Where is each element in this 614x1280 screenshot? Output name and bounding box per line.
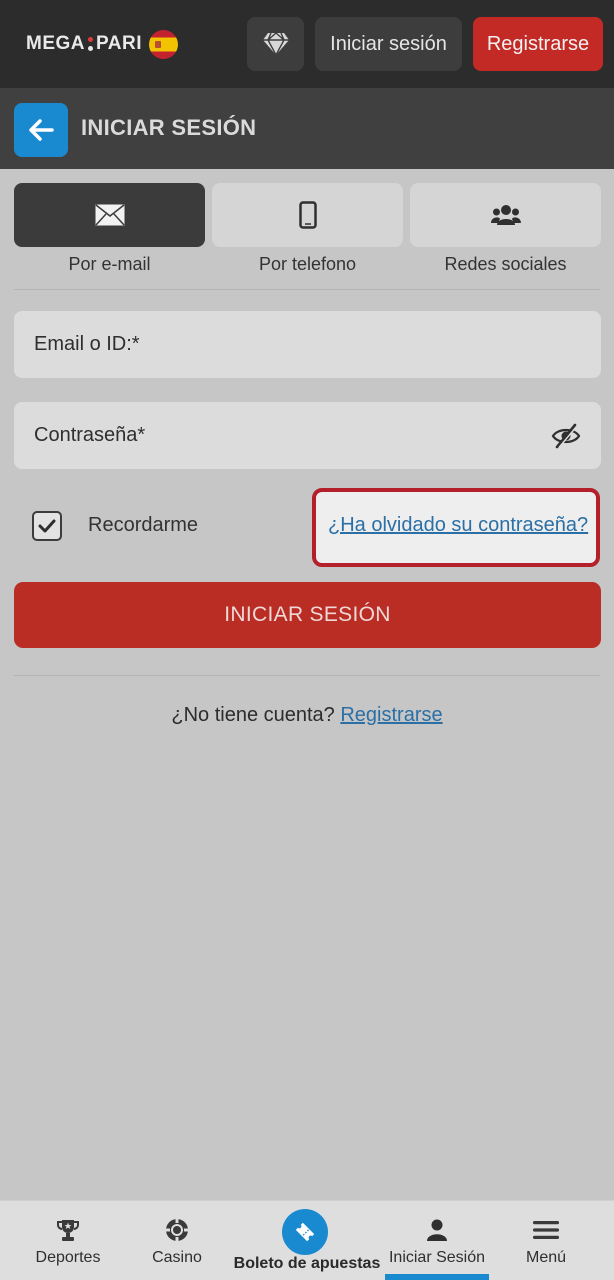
nav-login-label: Iniciar Sesión bbox=[388, 1249, 486, 1266]
signup-prompt: ¿No tiene cuenta? Registrarse bbox=[0, 704, 614, 727]
signup-prompt-text: ¿No tiene cuenta? bbox=[171, 704, 335, 726]
bottom-nav: Deportes Casino Boleto de apuestas Inici… bbox=[0, 1200, 614, 1280]
page-title: INICIAR SESIÓN bbox=[81, 115, 257, 140]
logo-text-mega: MEGA bbox=[26, 33, 85, 54]
casino-chip-icon bbox=[166, 1219, 188, 1241]
signup-link[interactable]: Registrarse bbox=[340, 704, 442, 726]
forgot-password-link[interactable]: ¿Ha olvidado su contraseña? bbox=[328, 514, 588, 537]
remember-checkbox[interactable] bbox=[32, 511, 62, 541]
nav-casino-label: Casino bbox=[152, 1249, 202, 1266]
ticket-icon bbox=[295, 1222, 315, 1242]
hamburger-icon bbox=[533, 1221, 559, 1239]
tab-social[interactable] bbox=[410, 183, 601, 247]
header-register-button[interactable]: Registrarse bbox=[473, 17, 603, 71]
users-icon bbox=[490, 205, 521, 225]
tab-social-label: Redes sociales bbox=[444, 254, 567, 274]
spain-flag-icon[interactable] bbox=[148, 29, 178, 59]
email-field[interactable] bbox=[14, 311, 601, 378]
user-icon bbox=[427, 1219, 447, 1241]
tab-phone[interactable] bbox=[212, 183, 403, 247]
divider bbox=[14, 675, 600, 676]
nav-active-indicator bbox=[385, 1274, 489, 1280]
tab-email[interactable] bbox=[14, 183, 205, 247]
trophy-icon bbox=[57, 1220, 79, 1241]
betslip-badge bbox=[282, 1209, 328, 1255]
checkmark-icon bbox=[38, 519, 56, 533]
divider bbox=[14, 289, 600, 290]
logo-colon bbox=[88, 37, 93, 51]
nav-casino[interactable]: Casino bbox=[127, 1201, 227, 1280]
back-button[interactable] bbox=[14, 103, 68, 157]
envelope-icon bbox=[94, 204, 125, 226]
phone-icon bbox=[298, 201, 317, 229]
megapari-logo[interactable]: MEGA PARI bbox=[26, 29, 178, 59]
nav-sports[interactable]: Deportes bbox=[18, 1201, 118, 1280]
diamond-icon bbox=[262, 32, 289, 56]
page-title-bar: INICIAR SESIÓN bbox=[0, 88, 614, 169]
arrow-left-icon bbox=[29, 119, 54, 141]
eye-slash-icon[interactable] bbox=[551, 423, 581, 449]
login-submit-button[interactable]: INICIAR SESIÓN bbox=[14, 582, 601, 648]
bonus-button[interactable] bbox=[247, 17, 304, 71]
logo-text-pari: PARI bbox=[96, 33, 142, 54]
nav-betslip[interactable]: Boleto de apuestas bbox=[230, 1201, 384, 1280]
tab-phone-label: Por telefono bbox=[258, 254, 357, 274]
nav-login[interactable]: Iniciar Sesión bbox=[382, 1201, 492, 1280]
password-field-wrapper bbox=[14, 402, 601, 469]
nav-betslip-label: Boleto de apuestas bbox=[233, 1255, 381, 1272]
nav-sports-label: Deportes bbox=[35, 1249, 101, 1266]
nav-menu-label: Menú bbox=[525, 1249, 567, 1266]
email-field-wrapper bbox=[14, 311, 601, 378]
remember-label[interactable]: Recordarme bbox=[88, 514, 198, 537]
header-login-button[interactable]: Iniciar sesión bbox=[315, 17, 462, 71]
password-field[interactable] bbox=[14, 402, 601, 469]
tab-email-label: Por e-mail bbox=[68, 254, 151, 274]
nav-menu[interactable]: Menú bbox=[496, 1201, 596, 1280]
top-bar: MEGA PARI Iniciar sesión Registrarse bbox=[0, 0, 614, 88]
